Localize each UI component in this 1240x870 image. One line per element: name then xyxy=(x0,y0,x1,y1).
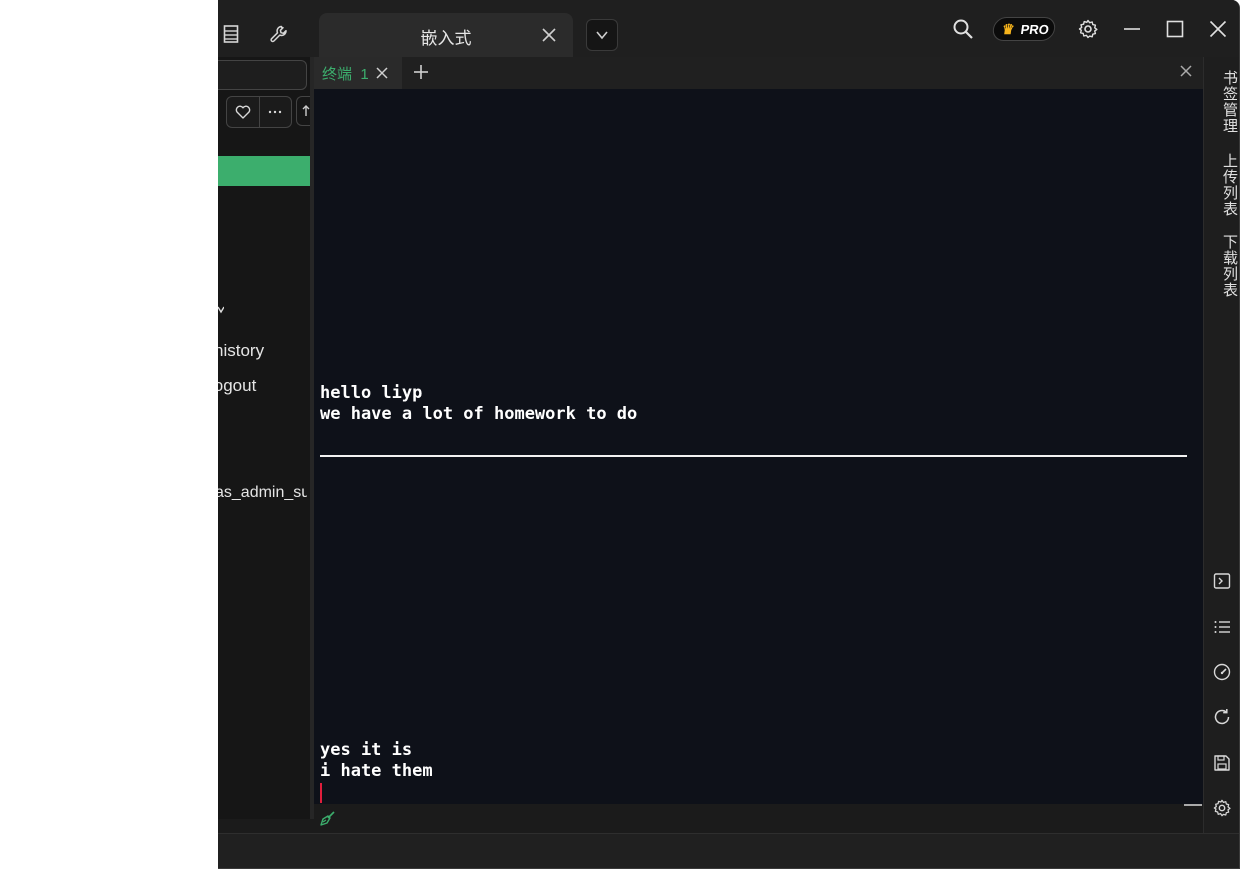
terminal-tab-label: 终端 1 xyxy=(322,65,369,83)
pro-badge[interactable]: ♛ PRO xyxy=(991,17,1057,41)
sidebar-item-logout[interactable]: logout xyxy=(218,376,302,396)
terminal-divider xyxy=(320,455,1187,457)
terminal-tab-bar: 终端 1 xyxy=(314,57,1203,89)
save-icon[interactable] xyxy=(1213,754,1231,772)
sidebar: history logout as_admin_suc xyxy=(218,57,316,819)
terminal-line: yes it is xyxy=(320,740,413,760)
settings-icon[interactable] xyxy=(1213,799,1231,817)
chevron-down-icon xyxy=(595,30,609,40)
tab-upload-list[interactable]: 上传列表 xyxy=(1204,148,1239,222)
terminal-line: hello liyp xyxy=(320,383,423,403)
tab-list-dropdown[interactable] xyxy=(586,19,618,51)
right-panel: 书签管理 上传列表 下载列表 xyxy=(1203,57,1239,833)
sidebar-button-group xyxy=(226,96,292,128)
terminal-output[interactable]: hello liyp we have a lot of homework to … xyxy=(314,89,1203,804)
text-cursor xyxy=(320,783,322,803)
chevron-down-icon xyxy=(218,306,226,316)
add-tab-icon[interactable] xyxy=(412,63,432,83)
tab-download-list[interactable]: 下载列表 xyxy=(1204,229,1239,303)
more-button[interactable] xyxy=(258,97,292,127)
document-tab[interactable]: 嵌入式 xyxy=(319,13,573,57)
heart-icon xyxy=(235,105,251,119)
bottom-status-bar xyxy=(218,833,1239,868)
terminal-line: we have a lot of homework to do xyxy=(320,404,638,424)
close-icon[interactable] xyxy=(1207,18,1229,40)
close-icon[interactable] xyxy=(1180,65,1194,79)
document-tab-label: 嵌入式 xyxy=(420,29,472,48)
terminal-status-bar xyxy=(314,804,1203,833)
tab-terminal-1[interactable]: 终端 1 xyxy=(314,57,402,89)
minimize-icon[interactable] xyxy=(1121,18,1143,40)
maximize-icon[interactable] xyxy=(1164,18,1186,40)
ellipsis-icon xyxy=(268,110,282,114)
terminal-icon[interactable] xyxy=(1213,572,1231,590)
broom-icon[interactable] xyxy=(320,810,338,828)
list-icon[interactable] xyxy=(1213,618,1231,636)
app-window: 嵌入式 ♛ PRO history gout as_admin_s 终端 1 h… xyxy=(218,0,1240,869)
sidebar-item-history[interactable]: history xyxy=(218,341,306,361)
close-icon[interactable] xyxy=(375,66,389,80)
refresh-icon[interactable] xyxy=(1213,708,1231,726)
title-bar: 嵌入式 ♛ PRO xyxy=(218,0,1239,57)
search-input[interactable] xyxy=(218,60,307,90)
pro-label: PRO xyxy=(1019,21,1051,37)
close-icon[interactable] xyxy=(539,25,559,45)
tab-bookmarks[interactable]: 书签管理 xyxy=(1204,65,1239,139)
favorite-button[interactable] xyxy=(227,97,259,127)
sidebar-selected-item[interactable] xyxy=(218,156,310,186)
wrench-icon[interactable] xyxy=(269,24,289,44)
collapse-panel-handle[interactable] xyxy=(1184,804,1202,806)
crown-icon: ♛ xyxy=(1000,21,1016,37)
gear-icon[interactable] xyxy=(1077,18,1099,40)
list-icon[interactable] xyxy=(222,24,240,44)
terminal-line: i hate them xyxy=(320,761,433,781)
search-icon[interactable] xyxy=(951,17,975,41)
sidebar-item-admin[interactable]: as_admin_suc xyxy=(218,484,307,502)
gauge-icon[interactable] xyxy=(1213,663,1231,681)
